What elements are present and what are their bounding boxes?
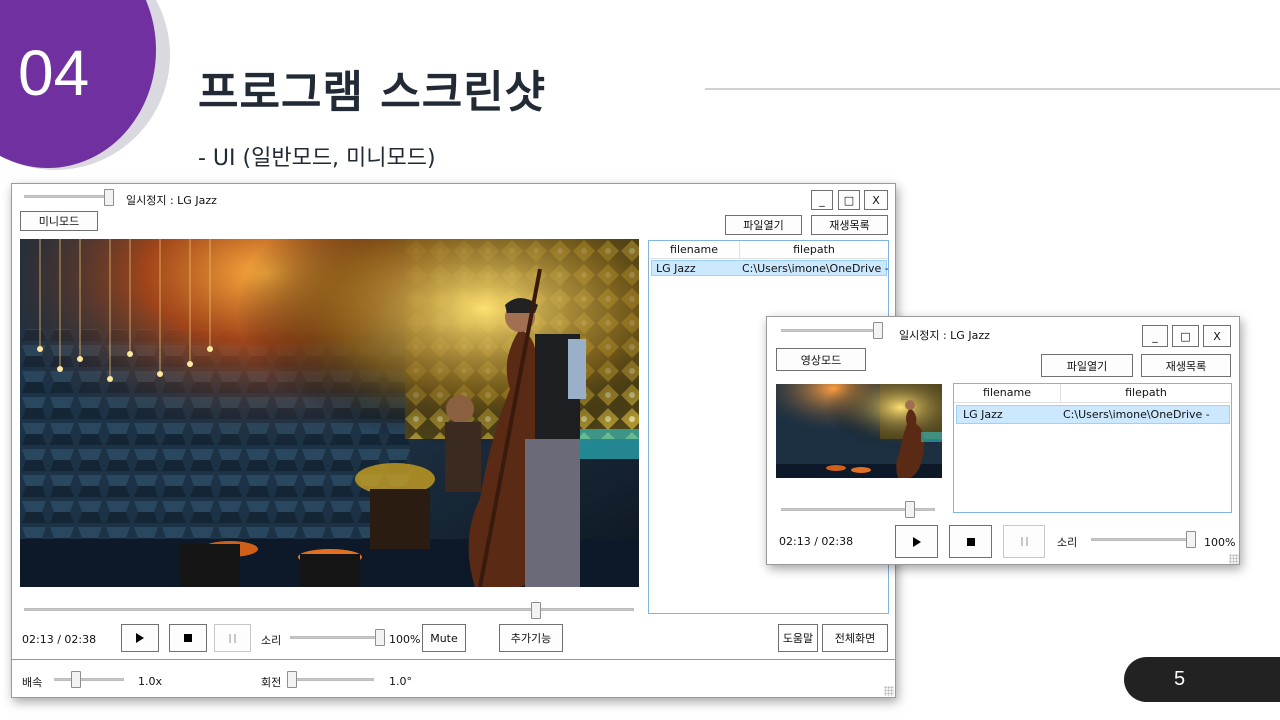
maximize-button[interactable]: □ — [1172, 325, 1199, 347]
time-label: 02:13 / 02:38 — [779, 535, 854, 548]
volume-label: 소리 — [261, 634, 282, 647]
col-filepath[interactable]: filepath — [1060, 386, 1232, 399]
rotate-thumb[interactable] — [287, 671, 297, 688]
pause-button[interactable] — [1003, 525, 1045, 558]
open-file-button[interactable]: 파일열기 — [1041, 354, 1133, 377]
stop-icon — [184, 634, 192, 642]
speed-label: 배속 — [22, 676, 43, 689]
slide-subtitle: - UI (일반모드, 미니모드) — [198, 146, 436, 171]
speed-slider[interactable] — [54, 678, 124, 681]
row-filepath: C:\Users\imone\OneDrive - — [1063, 408, 1210, 421]
video-frame[interactable] — [20, 239, 639, 587]
speed-thumb[interactable] — [71, 671, 81, 688]
close-button[interactable]: X — [1203, 325, 1231, 347]
row-filename: LG Jazz — [963, 408, 1003, 421]
top-slider-thumb[interactable] — [104, 189, 114, 206]
table-row[interactable]: LG Jazz C:\Users\imone\OneDrive - — [651, 260, 889, 276]
volume-slider[interactable] — [1091, 538, 1191, 541]
playlist-header: filename filepath — [954, 384, 1231, 403]
extra-features-button[interactable]: 추가기능 — [499, 624, 563, 652]
top-slider-track[interactable] — [24, 195, 112, 198]
status-label: 일시정지 : LG Jazz — [126, 194, 217, 207]
volume-thumb[interactable] — [375, 629, 385, 646]
video-image — [20, 239, 639, 587]
close-button[interactable]: X — [864, 190, 888, 210]
table-row[interactable]: LG Jazz C:\Users\imone\OneDrive - — [956, 405, 1230, 424]
col-filename[interactable]: filename — [649, 243, 739, 256]
rotate-slider[interactable] — [288, 678, 374, 681]
title-divider — [705, 88, 1280, 90]
playlist-button[interactable]: 재생목록 — [811, 215, 888, 235]
resize-grip[interactable] — [1229, 554, 1239, 564]
main-player-window: 일시정지 : LG Jazz _ □ X 미니모드 파일열기 재생목록 file… — [11, 183, 896, 698]
pause-icon — [229, 633, 236, 643]
fullscreen-button[interactable]: 전체화면 — [822, 624, 888, 652]
playlist-button[interactable]: 재생목록 — [1141, 354, 1231, 377]
pause-button[interactable] — [214, 624, 251, 652]
slide-title: 프로그램 스크린샷 — [198, 67, 547, 118]
col-filepath[interactable]: filepath — [739, 243, 889, 256]
section-number: 04 — [18, 37, 90, 109]
play-button[interactable] — [895, 525, 938, 558]
row-filename: LG Jazz — [656, 262, 696, 275]
volume-value: 100% — [389, 633, 421, 646]
rotate-value: 1.0° — [389, 675, 412, 688]
playlist-header: filename filepath — [649, 241, 888, 259]
mini-player-window: 일시정지 : LG Jazz _ □ X 영상모드 파일열기 재생목록 file… — [766, 316, 1240, 565]
open-file-button[interactable]: 파일열기 — [725, 215, 802, 235]
stop-icon — [966, 537, 975, 546]
mini-mode-button[interactable]: 미니모드 — [20, 211, 98, 231]
video-mode-button[interactable]: 영상모드 — [776, 348, 866, 371]
video-image — [776, 384, 942, 478]
col-filename[interactable]: filename — [954, 386, 1060, 399]
play-icon — [912, 536, 921, 547]
playlist-panel[interactable]: filename filepath LG Jazz C:\Users\imone… — [953, 383, 1232, 513]
minimize-button[interactable]: _ — [1142, 325, 1168, 347]
page-number-tab: 5 — [1124, 657, 1280, 702]
row-filepath: C:\Users\imone\OneDrive - — [742, 262, 889, 275]
volume-slider[interactable] — [290, 636, 380, 639]
top-slider-track[interactable] — [781, 329, 881, 332]
pause-icon — [1020, 537, 1028, 546]
stop-button[interactable] — [169, 624, 207, 652]
speed-value: 1.0x — [138, 675, 163, 688]
help-button[interactable]: 도움말 — [778, 624, 818, 652]
page-number: 5 — [1174, 668, 1186, 690]
seek-bar[interactable] — [24, 608, 634, 611]
top-slider-thumb[interactable] — [873, 322, 883, 339]
status-label: 일시정지 : LG Jazz — [899, 329, 990, 342]
volume-label: 소리 — [1057, 536, 1078, 549]
seek-thumb[interactable] — [531, 602, 542, 619]
volume-value: 100% — [1204, 536, 1236, 549]
volume-thumb[interactable] — [1186, 531, 1196, 548]
play-button[interactable] — [121, 624, 159, 652]
maximize-button[interactable]: □ — [838, 190, 860, 210]
play-icon — [136, 633, 144, 643]
stop-button[interactable] — [949, 525, 992, 558]
rotate-label: 회전 — [261, 676, 282, 689]
bottom-panel-divider — [12, 659, 895, 660]
resize-grip[interactable] — [884, 686, 894, 696]
time-label: 02:13 / 02:38 — [22, 633, 97, 646]
minimize-button[interactable]: _ — [811, 190, 833, 210]
mute-button[interactable]: Mute — [422, 624, 466, 652]
seek-thumb[interactable] — [905, 501, 916, 518]
video-thumbnail[interactable] — [776, 384, 942, 478]
